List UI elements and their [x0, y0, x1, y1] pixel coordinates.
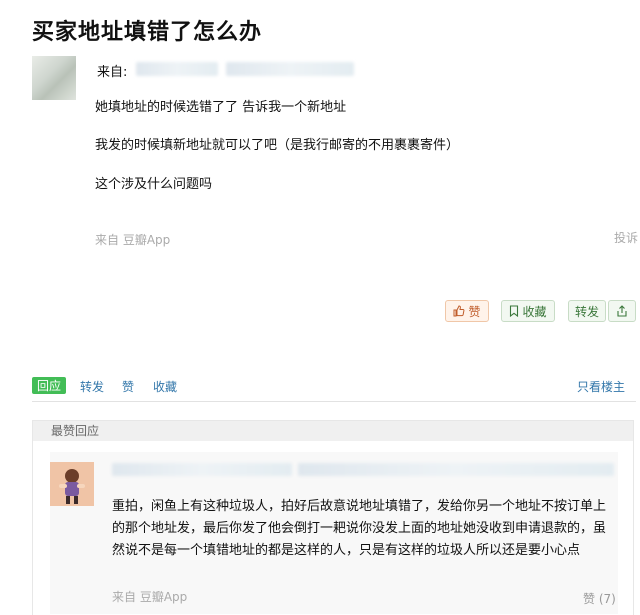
- share-label: 转发: [574, 304, 599, 319]
- share-out-icon: [617, 305, 627, 317]
- post-paragraph: 这个涉及什么问题吗: [95, 177, 213, 192]
- author-signature-blurred: [226, 62, 354, 76]
- post-paragraph: 她填地址的时候选错了了 告诉我一个新地址: [95, 100, 347, 115]
- collect-label: 收藏: [522, 304, 547, 319]
- post-source: 来自 豆瓣App: [95, 233, 171, 247]
- share-link[interactable]: 转发: [80, 378, 104, 395]
- share-out-button[interactable]: [608, 300, 636, 322]
- like-link[interactable]: 赞: [122, 378, 134, 395]
- replier-name-blurred[interactable]: [112, 463, 292, 476]
- only-op-link[interactable]: 只看楼主: [577, 378, 625, 395]
- report-link[interactable]: 投诉: [614, 229, 638, 246]
- share-button[interactable]: 转发: [568, 300, 606, 322]
- page-title: 买家地址填错了怎么办: [32, 20, 263, 45]
- reply-button[interactable]: 回应: [32, 377, 66, 394]
- replier-avatar[interactable]: [50, 462, 94, 506]
- reply-like-count[interactable]: 赞 (7): [583, 590, 616, 607]
- replier-meta-blurred: [298, 463, 614, 476]
- like-label: 赞: [468, 304, 481, 319]
- thumb-up-icon: [453, 305, 465, 317]
- collect-button[interactable]: 收藏: [501, 300, 555, 322]
- like-button[interactable]: 赞: [445, 300, 489, 322]
- author-avatar[interactable]: [32, 56, 76, 100]
- avatar-illustration: [50, 462, 94, 506]
- reply-text: 重拍，闲鱼上有这种垃圾人，拍好后故意说地址填错了，发给你另一个地址不按订单上的那…: [112, 499, 607, 558]
- bookmark-icon: [510, 305, 519, 317]
- from-label: 来自:: [97, 65, 128, 80]
- collect-link[interactable]: 收藏: [153, 378, 177, 395]
- reply-source: 来自 豆瓣App: [112, 590, 188, 604]
- top-replies-header: 最赞回应: [33, 421, 633, 441]
- divider: [32, 401, 636, 402]
- author-name-blurred[interactable]: [136, 62, 218, 76]
- post-paragraph: 我发的时候填新地址就可以了吧（是我行邮寄的不用裹裹寄件）: [95, 138, 460, 153]
